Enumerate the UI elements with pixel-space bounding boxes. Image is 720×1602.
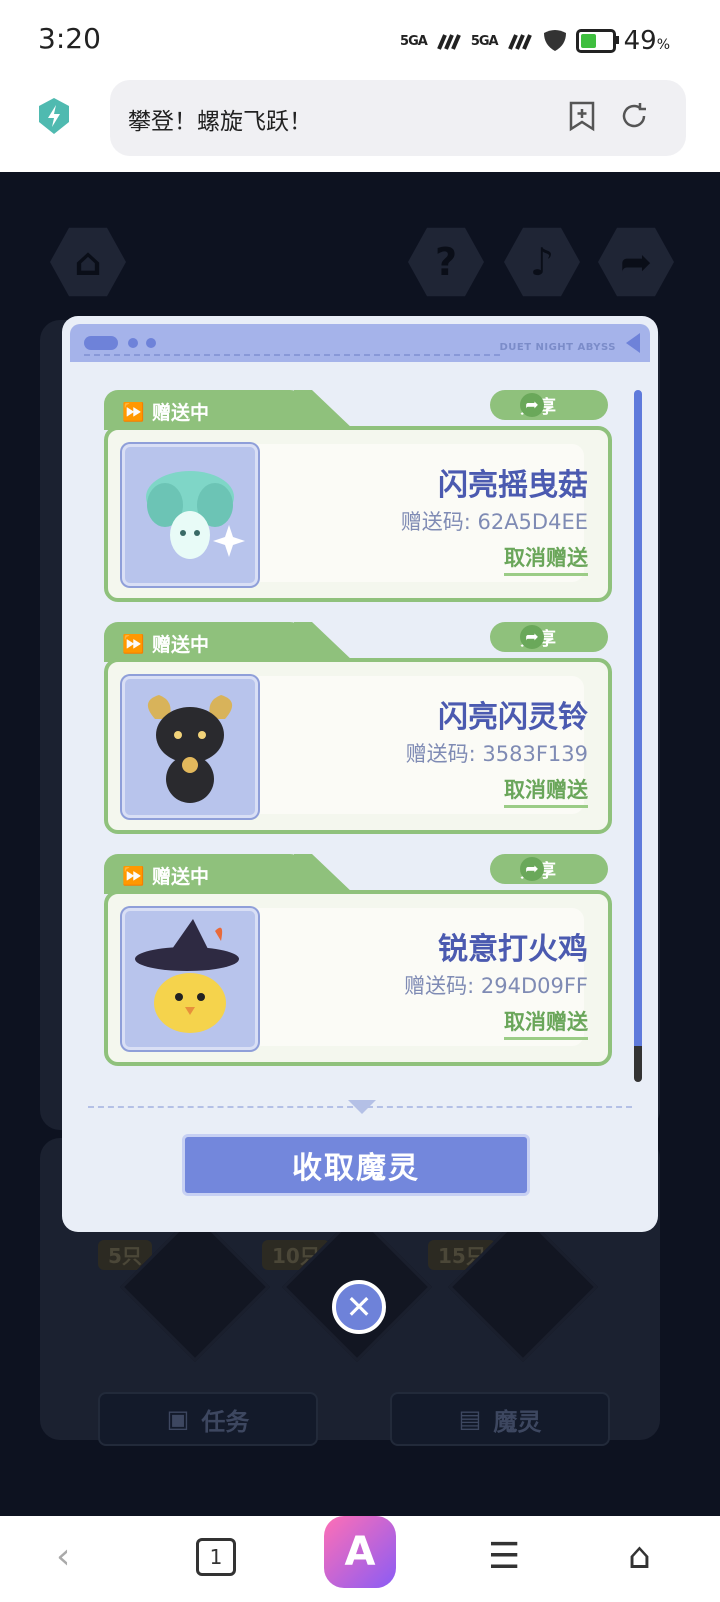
- gift-dialog: DUET NIGHT ABYSS ⏩ 赠送中 分享 ➦: [62, 316, 658, 1232]
- header-dot: [128, 338, 138, 348]
- gift-status: 赠送中: [152, 634, 210, 656]
- tab-task-label: 任务: [201, 1407, 250, 1436]
- security-shield-icon[interactable]: [36, 96, 72, 136]
- collapse-icon[interactable]: [626, 333, 640, 353]
- card-body: 闪亮摇曳菇 赠送码: 62A5D4EE 取消赠送: [104, 426, 612, 602]
- gift-card: ⏩ 赠送中 分享 ➦: [104, 854, 612, 1066]
- cancel-gift-link[interactable]: 取消赠送: [504, 542, 588, 576]
- gift-status: 赠送中: [152, 402, 210, 424]
- clock: 3:20: [38, 22, 101, 55]
- scrollbar-end: [634, 1046, 642, 1082]
- header-dashed-line: [84, 354, 500, 356]
- gift-code: 赠送码: 294D09FF: [404, 974, 588, 998]
- fast-forward-icon: ⏩: [122, 402, 145, 423]
- close-icon: ✕: [345, 1288, 373, 1326]
- game-canvas: ⌂ ? ♪ ➦ 5只 10只 15只 ▣ 任务 ▤ 魔灵 DUET NIGHT AB…: [0, 172, 720, 1516]
- gift-card: ⏩ 赠送中 分享 ➦: [104, 390, 612, 602]
- page-title: 攀登！螺旋飞跃！: [128, 109, 312, 135]
- signal-icon: [436, 34, 461, 50]
- spirit-thumbnail: [122, 676, 258, 818]
- scrollbar[interactable]: [634, 390, 642, 1080]
- status-bar: 3:20 5GA 5GA 49%: [0, 0, 720, 80]
- tab-task[interactable]: ▣ 任务: [98, 1392, 318, 1446]
- gifting-tab: ⏩ 赠送中: [104, 854, 304, 894]
- header-brand: DUET NIGHT ABYSS: [499, 342, 616, 353]
- signal-1-label: 5GA: [400, 33, 428, 49]
- status-icons: 5GA 5GA 49%: [400, 26, 670, 56]
- fast-forward-icon: ⏩: [122, 866, 145, 887]
- reload-icon[interactable]: [618, 100, 650, 132]
- bookmark-add-icon[interactable]: [566, 100, 598, 132]
- spirit-name: 闪亮闪灵铃: [438, 700, 588, 735]
- spirit-thumbnail: [122, 444, 258, 586]
- cancel-gift-link[interactable]: 取消赠送: [504, 1006, 588, 1040]
- browser-app-icon[interactable]: A: [324, 1516, 396, 1588]
- back-icon[interactable]: ‹: [56, 1536, 70, 1577]
- signal-2-label: 5GA: [470, 33, 499, 49]
- help-icon[interactable]: ?: [408, 227, 484, 297]
- browser-toolbar: 攀登！螺旋飞跃！: [0, 80, 720, 172]
- address-bar[interactable]: 攀登！螺旋飞跃！: [110, 80, 686, 156]
- spirit-name: 锐意打火鸡: [438, 932, 588, 967]
- collect-spirits-button[interactable]: 收取魔灵: [182, 1134, 530, 1196]
- header-dot: [146, 338, 156, 348]
- share-button[interactable]: 分享 ➦: [490, 854, 608, 884]
- gift-code: 赠送码: 3583F139: [405, 742, 588, 766]
- card-body: 闪亮闪灵铃 赠送码: 3583F139 取消赠送: [104, 658, 612, 834]
- spirit-name: 闪亮摇曳菇: [438, 468, 588, 503]
- witch-chick-spirit-icon: [135, 919, 239, 1033]
- tab-spirit-label: 魔灵: [493, 1407, 542, 1436]
- card-body: 锐意打火鸡 赠送码: 294D09FF 取消赠送: [104, 890, 612, 1066]
- close-dialog-button[interactable]: ✕: [332, 1280, 386, 1334]
- gift-code: 赠送码: 62A5D4EE: [400, 510, 588, 534]
- mushroom-spirit-icon: [146, 471, 245, 559]
- home-icon[interactable]: ⌂: [628, 1536, 651, 1577]
- cancel-gift-link[interactable]: 取消赠送: [504, 774, 588, 808]
- share-arrow-icon: ➦: [520, 625, 544, 649]
- gift-status: 赠送中: [152, 866, 210, 888]
- share-button[interactable]: 分享 ➦: [490, 622, 608, 652]
- gifting-tab: ⏩ 赠送中: [104, 390, 304, 430]
- tab-spirit[interactable]: ▤ 魔灵: [390, 1392, 610, 1446]
- dashed-divider: [88, 1100, 632, 1114]
- header-pill: [84, 336, 118, 350]
- goat-bell-spirit-icon: [147, 695, 233, 803]
- battery-percent: 49%: [623, 26, 670, 56]
- gift-card: ⏩ 赠送中 分享 ➦: [104, 622, 612, 834]
- battery-icon: [575, 29, 619, 53]
- battery-fill: [580, 34, 596, 48]
- divider-arrow: [348, 1100, 376, 1114]
- menu-icon[interactable]: ☰: [488, 1536, 520, 1577]
- spirit-thumbnail: [122, 908, 258, 1050]
- gifting-tab: ⏩ 赠送中: [104, 622, 304, 662]
- share-icon[interactable]: ➦: [598, 227, 674, 297]
- share-arrow-icon: ➦: [520, 857, 544, 881]
- browser-nav-bar: ‹ 1 A ☰ ⌂: [0, 1516, 720, 1602]
- spirit-icon: ▤: [458, 1405, 482, 1433]
- task-icon: ▣: [166, 1405, 190, 1433]
- fast-forward-icon: ⏩: [122, 634, 145, 655]
- share-button[interactable]: 分享 ➦: [490, 390, 608, 420]
- music-icon[interactable]: ♪: [504, 227, 580, 297]
- signal-icon: [507, 34, 532, 50]
- vpn-shield-icon: [543, 30, 566, 51]
- share-arrow-icon: ➦: [520, 393, 544, 417]
- tabs-button[interactable]: 1: [196, 1538, 236, 1576]
- home-icon[interactable]: ⌂: [50, 227, 126, 297]
- dialog-header: DUET NIGHT ABYSS: [70, 324, 650, 362]
